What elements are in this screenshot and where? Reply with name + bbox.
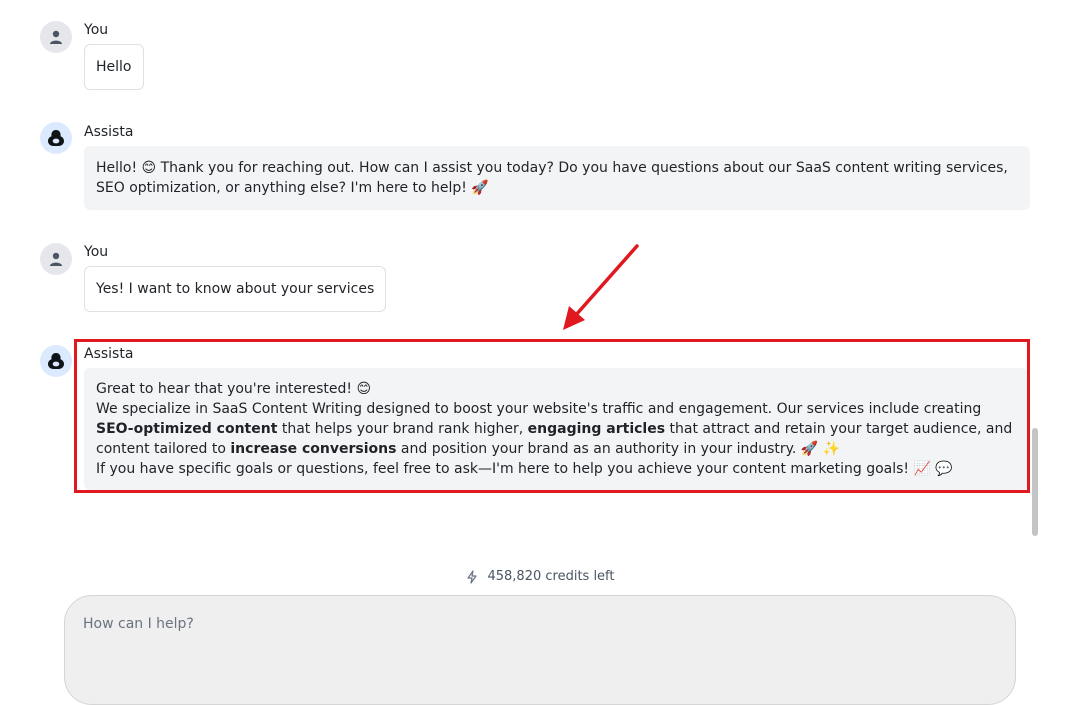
credits-text: 458,820 credits left (487, 569, 615, 584)
highlight-box (74, 339, 1030, 493)
message-input[interactable] (81, 614, 985, 678)
user-message: Yes! I want to know about your services (84, 266, 387, 312)
sender-name: You (84, 22, 109, 38)
user-message: Hello (84, 44, 144, 90)
assistant-avatar (40, 122, 72, 154)
annotation-arrow (563, 244, 639, 330)
user-avatar (40, 21, 72, 53)
message-composer[interactable] (64, 595, 1016, 705)
sender-name: Assista (84, 124, 134, 140)
scrollbar-thumb[interactable] (1032, 428, 1038, 536)
user-avatar (40, 243, 72, 275)
lightning-icon (467, 569, 478, 584)
assistant-message: Hello! 😊 Thank you for reaching out. How… (84, 146, 1030, 210)
user-icon (50, 252, 62, 266)
user-icon (50, 30, 62, 44)
message-text: Hello! 😊 Thank you for reaching out. How… (96, 160, 1008, 196)
credits-indicator: 458,820 credits left (0, 569, 1065, 584)
assistant-avatar (40, 345, 72, 377)
assista-logo-icon (48, 353, 64, 369)
sender-name: You (84, 244, 109, 260)
assista-logo-icon (48, 130, 64, 146)
